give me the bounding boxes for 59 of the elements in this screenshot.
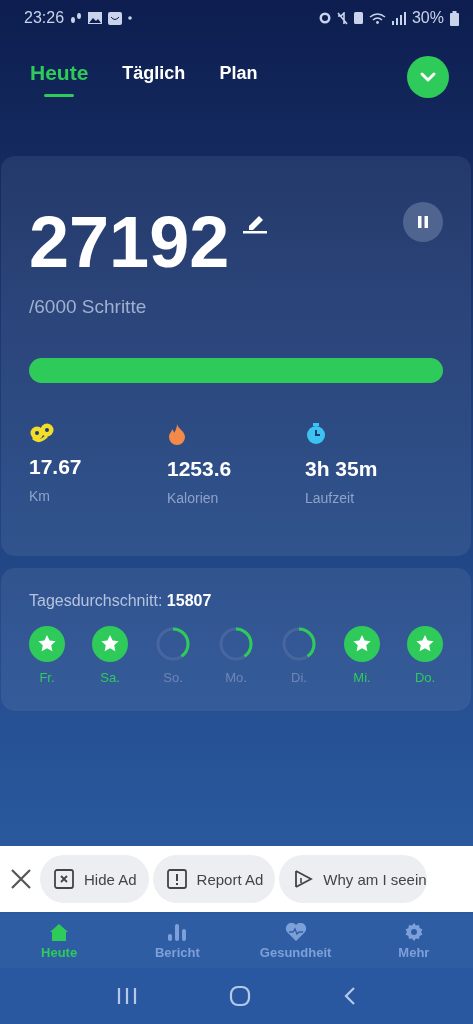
signal-icon xyxy=(391,11,406,25)
battery-icon xyxy=(450,10,459,26)
step-goal: /6000 Schritte xyxy=(29,296,148,318)
stat-value: 1253.6 xyxy=(167,457,232,481)
battery-percentage: 30% xyxy=(411,9,444,27)
day-label: Do. xyxy=(414,670,436,685)
day-label: Di. xyxy=(291,670,307,685)
day-label: Mo. xyxy=(225,670,247,685)
status-time: 23:26 xyxy=(24,9,65,27)
tab[interactable]: Heute xyxy=(22,55,97,99)
stat-label: Kalorien xyxy=(167,490,219,506)
dropdown-button[interactable] xyxy=(407,56,449,98)
tab[interactable]: Täglich xyxy=(114,56,194,98)
stat-value: 3h 35m xyxy=(305,457,378,481)
heartbeat-icon xyxy=(284,922,307,941)
day-label: Sa. xyxy=(100,670,120,685)
progress-ring xyxy=(155,626,191,662)
mute-icon xyxy=(336,11,348,25)
pause-button[interactable] xyxy=(403,202,443,242)
star-badge-icon xyxy=(92,626,128,662)
battery-saver-icon xyxy=(353,12,363,24)
house-icon xyxy=(49,922,70,941)
stat-label: Laufzeit xyxy=(305,490,355,506)
wifi-icon xyxy=(368,12,386,24)
close-box-icon xyxy=(54,869,74,889)
play-info-icon xyxy=(293,869,314,889)
location-pins-icon xyxy=(29,423,55,443)
footprints-icon xyxy=(70,11,83,25)
tab[interactable]: Plan xyxy=(211,56,266,98)
bar-chart-icon xyxy=(167,922,188,941)
star-badge-icon xyxy=(407,626,443,662)
ad-action-chip[interactable]: Why am I seein xyxy=(279,855,427,903)
close-icon[interactable] xyxy=(10,868,32,890)
ad-action-chip[interactable]: Hide Ad xyxy=(40,855,149,903)
stopwatch-icon xyxy=(305,423,327,445)
daily-average: Tagesdurchschnitt: 15807 xyxy=(29,592,213,610)
stat-value: 17.67 xyxy=(29,455,82,479)
chevron-down-icon xyxy=(419,71,437,83)
ad-action-chip[interactable]: Report Ad xyxy=(152,855,276,903)
exclamation-box-icon xyxy=(166,869,187,889)
day-label: So. xyxy=(163,670,183,685)
dot-icon xyxy=(128,16,133,20)
back-icon[interactable] xyxy=(343,986,358,1006)
star-badge-icon xyxy=(29,626,65,662)
stat-label: Km xyxy=(29,488,50,504)
home-icon[interactable] xyxy=(229,985,252,1007)
step-count: 27192 xyxy=(29,208,230,276)
flame-icon xyxy=(167,423,187,445)
image-icon xyxy=(88,12,103,24)
star-badge-icon xyxy=(344,626,380,662)
alarm-icon xyxy=(318,12,331,24)
gear-icon xyxy=(404,922,423,941)
progress-ring xyxy=(218,626,254,662)
progress-ring xyxy=(281,626,317,662)
day-label: Fr. xyxy=(39,670,55,685)
bag-icon xyxy=(108,11,123,25)
recent-apps-icon[interactable] xyxy=(115,986,138,1006)
pause-icon xyxy=(417,216,429,228)
day-label: Mi. xyxy=(353,670,371,685)
